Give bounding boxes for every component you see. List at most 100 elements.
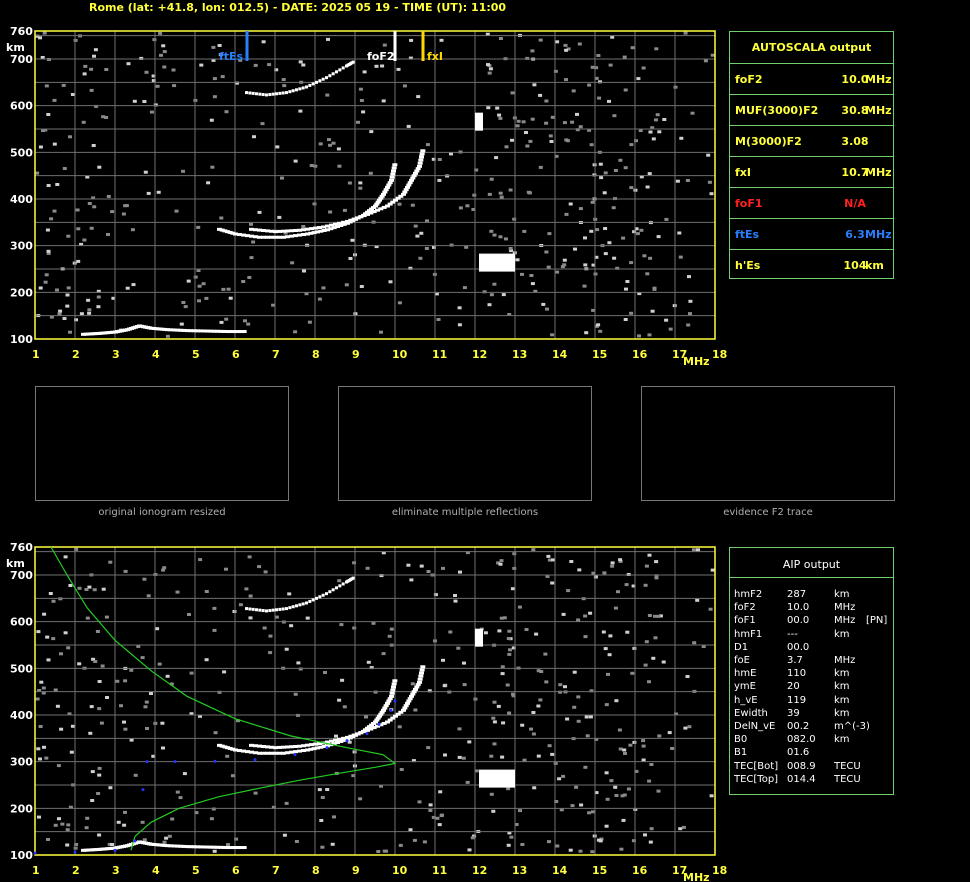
noise-dot [520, 843, 525, 846]
aip-value: 00.0 [787, 641, 810, 653]
x-tick-label: 2 [72, 864, 80, 877]
noise-dot [577, 42, 582, 46]
noise-dot [42, 612, 47, 616]
y-axis-label: km [6, 557, 25, 570]
noise-dot [648, 840, 653, 844]
noise-dot [402, 84, 407, 88]
noise-dot [328, 210, 333, 214]
noise-dot [66, 234, 71, 238]
noise-dot [212, 606, 217, 610]
noise-dot [558, 690, 563, 694]
noise-dot [489, 293, 494, 297]
noise-dot [439, 814, 444, 818]
fitted-trace-point [213, 759, 217, 763]
noise-dot [110, 210, 115, 214]
noise-dot [547, 744, 552, 748]
marker-line-ftes [245, 31, 249, 61]
noise-dot [603, 252, 608, 256]
multiple-reflection-trace [321, 77, 325, 81]
noise-dot [487, 303, 492, 307]
interference-block [479, 769, 515, 788]
marker-label-fxi: fxI [427, 50, 443, 63]
y-tick-label: 300 [10, 756, 33, 769]
noise-dot [281, 78, 286, 81]
aip-value: --- [787, 628, 798, 640]
noise-dot [172, 84, 177, 88]
noise-dot [175, 590, 180, 594]
aip-name: B0 [734, 734, 748, 746]
multiple-reflection-trace [298, 603, 302, 607]
x-tick-label: 7 [272, 864, 280, 877]
noise-dot [583, 263, 588, 267]
noise-dot [677, 231, 682, 235]
noise-dot [59, 727, 64, 731]
noise-dot [219, 216, 224, 220]
noise-dot [97, 773, 102, 777]
noise-dot [596, 323, 601, 327]
noise-dot [525, 144, 530, 148]
noise-dot [609, 779, 614, 783]
noise-dot [487, 71, 492, 75]
x-tick-label: 4 [152, 864, 160, 877]
autoscala-row: ftEs 6.3 MHz [730, 218, 893, 249]
noise-dot [604, 771, 609, 775]
fitted-trace-point [145, 760, 149, 764]
aip-name: ymE [734, 681, 756, 693]
noise-dot [90, 799, 95, 802]
noise-dot [97, 766, 102, 770]
noise-dot [89, 705, 94, 709]
multiple-reflection-trace [318, 79, 322, 83]
noise-dot [564, 212, 569, 216]
y-tick-label: 760 [10, 25, 33, 38]
noise-dot [532, 83, 537, 87]
noise-dot [381, 99, 386, 103]
noise-dot [45, 228, 50, 232]
noise-dot [376, 850, 381, 853]
noise-dot [110, 843, 114, 846]
aip-name: D1 [734, 641, 749, 653]
noise-dot [210, 165, 215, 169]
noise-dot [441, 658, 445, 662]
noise-dot [140, 656, 145, 660]
noise-dot [104, 116, 109, 119]
noise-dot [489, 754, 494, 758]
f2-extraordinary-trace [420, 665, 426, 669]
y-tick-label: 700 [10, 569, 33, 582]
noise-dot [104, 615, 109, 619]
multiple-reflection-trace [265, 93, 268, 97]
noise-dot [499, 195, 504, 199]
noise-dot [426, 746, 431, 750]
noise-dot [507, 652, 512, 656]
noise-dot [576, 695, 581, 699]
noise-dot [379, 330, 383, 334]
noise-dot [196, 225, 201, 229]
fitted-trace-point [393, 699, 397, 703]
noise-dot [87, 311, 92, 315]
noise-dot [165, 674, 170, 678]
noise-dot [52, 142, 57, 146]
autoscala-row: fxI 10.7 MHz [730, 156, 893, 187]
multiple-reflection-trace [248, 607, 252, 611]
noise-dot [125, 286, 130, 290]
noise-dot [562, 258, 567, 262]
noise-dot [204, 590, 209, 593]
multiple-reflection-trace [281, 91, 285, 95]
noise-dot [130, 228, 135, 232]
noise-dot [623, 166, 628, 170]
noise-dot [157, 662, 162, 666]
noise-dot [339, 623, 344, 627]
noise-dot [465, 204, 470, 208]
noise-dot [629, 186, 634, 190]
multiple-reflection-trace [245, 91, 248, 95]
noise-dot [178, 796, 183, 800]
noise-dot [448, 630, 453, 634]
noise-dot [621, 236, 626, 240]
aip-name: foE [734, 655, 750, 666]
noise-dot [397, 202, 402, 206]
noise-dot [327, 138, 331, 142]
noise-dot [524, 131, 528, 134]
interference-block [475, 112, 483, 131]
multiple-reflection-trace [291, 89, 295, 93]
noise-dot [93, 48, 98, 52]
aip-name: TEC[Bot] [734, 760, 779, 772]
